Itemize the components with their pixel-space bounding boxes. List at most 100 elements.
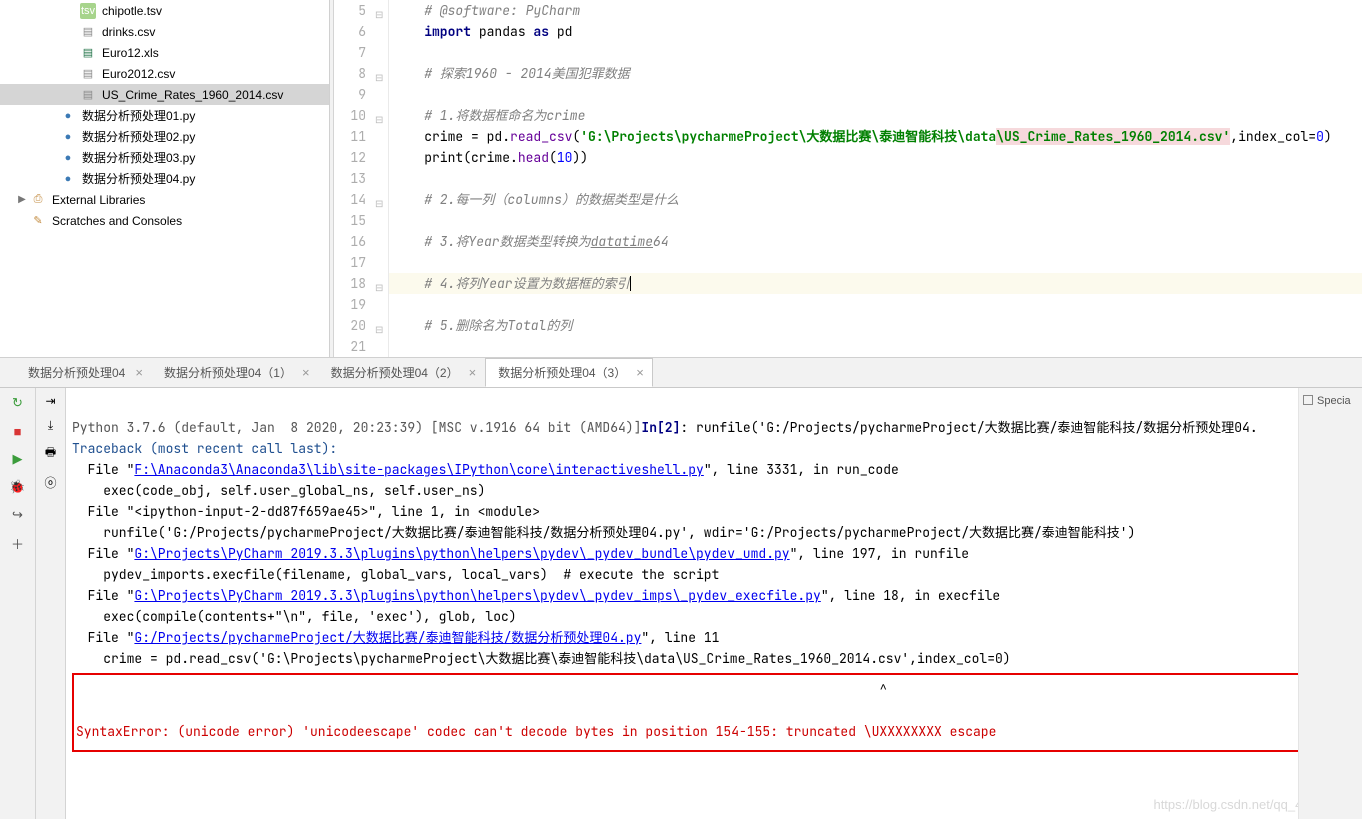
- close-icon[interactable]: ×: [135, 365, 143, 380]
- tree-item-label: chipotle.tsv: [102, 4, 162, 18]
- code-line-5[interactable]: ⊟ # @software: PyCharm: [389, 0, 1362, 21]
- console-line: runfile('G:/Projects/pycharmeProject/大数据…: [72, 524, 1135, 541]
- tree-item-drinks-csv[interactable]: ▤drinks.csv: [0, 21, 329, 42]
- scratch-icon: ✎: [30, 213, 46, 229]
- code-token: 64: [653, 233, 669, 250]
- tree-item--02-py[interactable]: ● 数据分析预处理02.py: [0, 126, 329, 147]
- code-body[interactable]: ⊟ # @software: PyCharm import pandas as …: [389, 0, 1362, 357]
- tree-item-chipotle-tsv[interactable]: tsvchipotle.tsv: [0, 0, 329, 21]
- history-icon[interactable]: ↪: [9, 506, 27, 524]
- fold-icon[interactable]: ⊟: [375, 319, 385, 329]
- add-icon[interactable]: ＋: [9, 534, 27, 552]
- code-line-15[interactable]: [389, 210, 1362, 231]
- code-line-6[interactable]: import pandas as pd: [389, 21, 1362, 42]
- code-line-12[interactable]: print(crime.head(10)): [389, 147, 1362, 168]
- close-icon[interactable]: ×: [469, 365, 477, 380]
- console-line: pydev_imports.execfile(filename, global_…: [72, 566, 719, 583]
- right-tool-panel[interactable]: Specia: [1298, 388, 1362, 819]
- code-line-20[interactable]: ⊟ # 5.删除名为Total的列: [389, 315, 1362, 336]
- code-line-18[interactable]: ⊟ # 4.将列Year设置为数据框的索引: [389, 273, 1362, 294]
- console-line: Traceback (most recent call last):: [72, 440, 337, 457]
- csv-file-icon: ▤: [80, 87, 96, 103]
- print-icon[interactable]: 🖶: [45, 443, 56, 464]
- code-token: 10: [557, 149, 573, 166]
- fold-icon[interactable]: ⊟: [375, 4, 385, 14]
- project-tree[interactable]: tsvchipotle.tsv▤drinks.csv▤Euro12.xls▤Eu…: [0, 0, 330, 357]
- console-tab[interactable]: 数据分析预处理04×: [16, 358, 152, 387]
- console-line: File ": [72, 545, 134, 562]
- code-token: 'G:\Projects\pycharmeProject\大数据比赛\泰迪智能科…: [580, 128, 996, 145]
- code-token: crime = pd.: [424, 128, 510, 145]
- code-line-14[interactable]: ⊟ # 2.每一列（columns）的数据类型是什么: [389, 189, 1362, 210]
- code-token: # 探索1960 - 2014美国犯罪数据: [424, 65, 629, 82]
- console-prompt: In[2]: [641, 419, 680, 436]
- code-line-8[interactable]: ⊟ # 探索1960 - 2014美国犯罪数据: [389, 63, 1362, 84]
- run-tabs[interactable]: 数据分析预处理04×数据分析预处理04（1）×数据分析预处理04（2）×数据分析…: [0, 358, 1362, 388]
- code-token: pandas: [471, 23, 533, 40]
- code-line-9[interactable]: [389, 84, 1362, 105]
- external-libraries[interactable]: ▶⎙External Libraries: [0, 189, 329, 210]
- console-tab[interactable]: 数据分析预处理04（3）×: [485, 358, 653, 387]
- code-token: datatime: [591, 233, 653, 250]
- py-file-icon: ●: [60, 129, 76, 145]
- variables-icon[interactable]: ⓞ: [44, 474, 56, 491]
- traceback-link[interactable]: G:/Projects/pycharmeProject/大数据比赛/泰迪智能科技…: [134, 629, 641, 646]
- console-line: File ": [72, 629, 134, 646]
- code-token: ): [1324, 128, 1332, 145]
- traceback-link[interactable]: F:\Anaconda3\Anaconda3\lib\site-packages…: [134, 461, 703, 478]
- code-editor[interactable]: 56789101112131415161718192021 ⊟ # @softw…: [334, 0, 1362, 357]
- tree-item--03-py[interactable]: ●数据分析预处理03.py: [0, 147, 329, 168]
- code-token: print(crime.: [424, 149, 518, 166]
- console-tab[interactable]: 数据分析预处理04（2） ×: [319, 358, 486, 387]
- debug-icon[interactable]: 🐞: [9, 478, 27, 496]
- tree-item--04-py[interactable]: ● 数据分析预处理04.py: [0, 168, 329, 189]
- fold-icon[interactable]: ⊟: [375, 109, 385, 119]
- console-line: ", line 197, in runfile: [790, 545, 969, 562]
- console-line: File "<ipython-input-2-dd87f659ae45>", l…: [72, 503, 540, 520]
- console-line: ", line 11: [641, 629, 719, 646]
- code-line-11[interactable]: crime = pd.read_csv('G:\Projects\pycharm…: [389, 126, 1362, 147]
- code-token: )): [572, 149, 588, 166]
- py-file-icon: ●: [60, 171, 76, 187]
- soft-wrap-icon[interactable]: ⇥: [45, 394, 55, 408]
- tree-item-Euro2012-csv[interactable]: ▤Euro2012.csv: [0, 63, 329, 84]
- tree-item--01-py[interactable]: ●数据分析预处理01.py: [0, 105, 329, 126]
- code-line-13[interactable]: [389, 168, 1362, 189]
- code-token: # 4.将列Year设置为数据框的索引: [424, 275, 629, 292]
- tree-item-US_Crime_Rates_1960_2014-csv[interactable]: ▤US_Crime_Rates_1960_2014.csv: [0, 84, 329, 105]
- error-highlight-box: ^ SyntaxError: (unicode error) 'unicodee…: [72, 673, 1350, 752]
- code-line-17[interactable]: [389, 252, 1362, 273]
- run-icon[interactable]: ▶: [9, 450, 27, 468]
- stop-icon[interactable]: ■: [9, 422, 27, 440]
- code-line-21[interactable]: [389, 336, 1362, 357]
- right-panel-label: Specia: [1317, 395, 1351, 407]
- xls-file-icon: ▤: [80, 45, 96, 61]
- scratches-and-consoles[interactable]: ✎Scratches and Consoles: [0, 210, 329, 231]
- code-line-16[interactable]: # 3.将Year数据类型转换为datatime64: [389, 231, 1362, 252]
- console-line: crime = pd.read_csv('G:\Projects\pycharm…: [72, 650, 1011, 667]
- tab-label: 数据分析预处理04（2）: [331, 364, 459, 381]
- tree-item-label: 数据分析预处理04.py: [82, 170, 195, 187]
- tree-item-Euro12-xls[interactable]: ▤Euro12.xls: [0, 42, 329, 63]
- fold-icon[interactable]: ⊟: [375, 277, 385, 287]
- py-file-icon: ●: [60, 108, 76, 124]
- fold-icon[interactable]: ⊟: [375, 193, 385, 203]
- python-console[interactable]: Python 3.7.6 (default, Jan 8 2020, 20:23…: [66, 388, 1362, 819]
- code-line-10[interactable]: ⊟ # 1.将数据框命名为crime: [389, 105, 1362, 126]
- code-token: 0: [1316, 128, 1324, 145]
- code-line-19[interactable]: [389, 294, 1362, 315]
- code-token: as: [533, 23, 549, 40]
- close-icon[interactable]: ×: [636, 365, 644, 380]
- traceback-link[interactable]: G:\Projects\PyCharm 2019.3.3\plugins\pyt…: [134, 545, 789, 562]
- scroll-to-end-icon[interactable]: ⤓: [48, 418, 53, 433]
- close-icon[interactable]: ×: [302, 365, 310, 380]
- tree-item-label: 数据分析预处理02.py: [82, 128, 195, 145]
- csv-file-icon: ▤: [80, 66, 96, 82]
- code-line-7[interactable]: [389, 42, 1362, 63]
- code-token: head: [518, 149, 549, 166]
- fold-icon[interactable]: ⊟: [375, 67, 385, 77]
- rerun-icon[interactable]: ↻: [9, 394, 27, 412]
- library-icon: ⎙: [30, 192, 46, 208]
- traceback-link[interactable]: G:\Projects\PyCharm 2019.3.3\plugins\pyt…: [134, 587, 820, 604]
- console-tab[interactable]: 数据分析预处理04（1）×: [152, 358, 319, 387]
